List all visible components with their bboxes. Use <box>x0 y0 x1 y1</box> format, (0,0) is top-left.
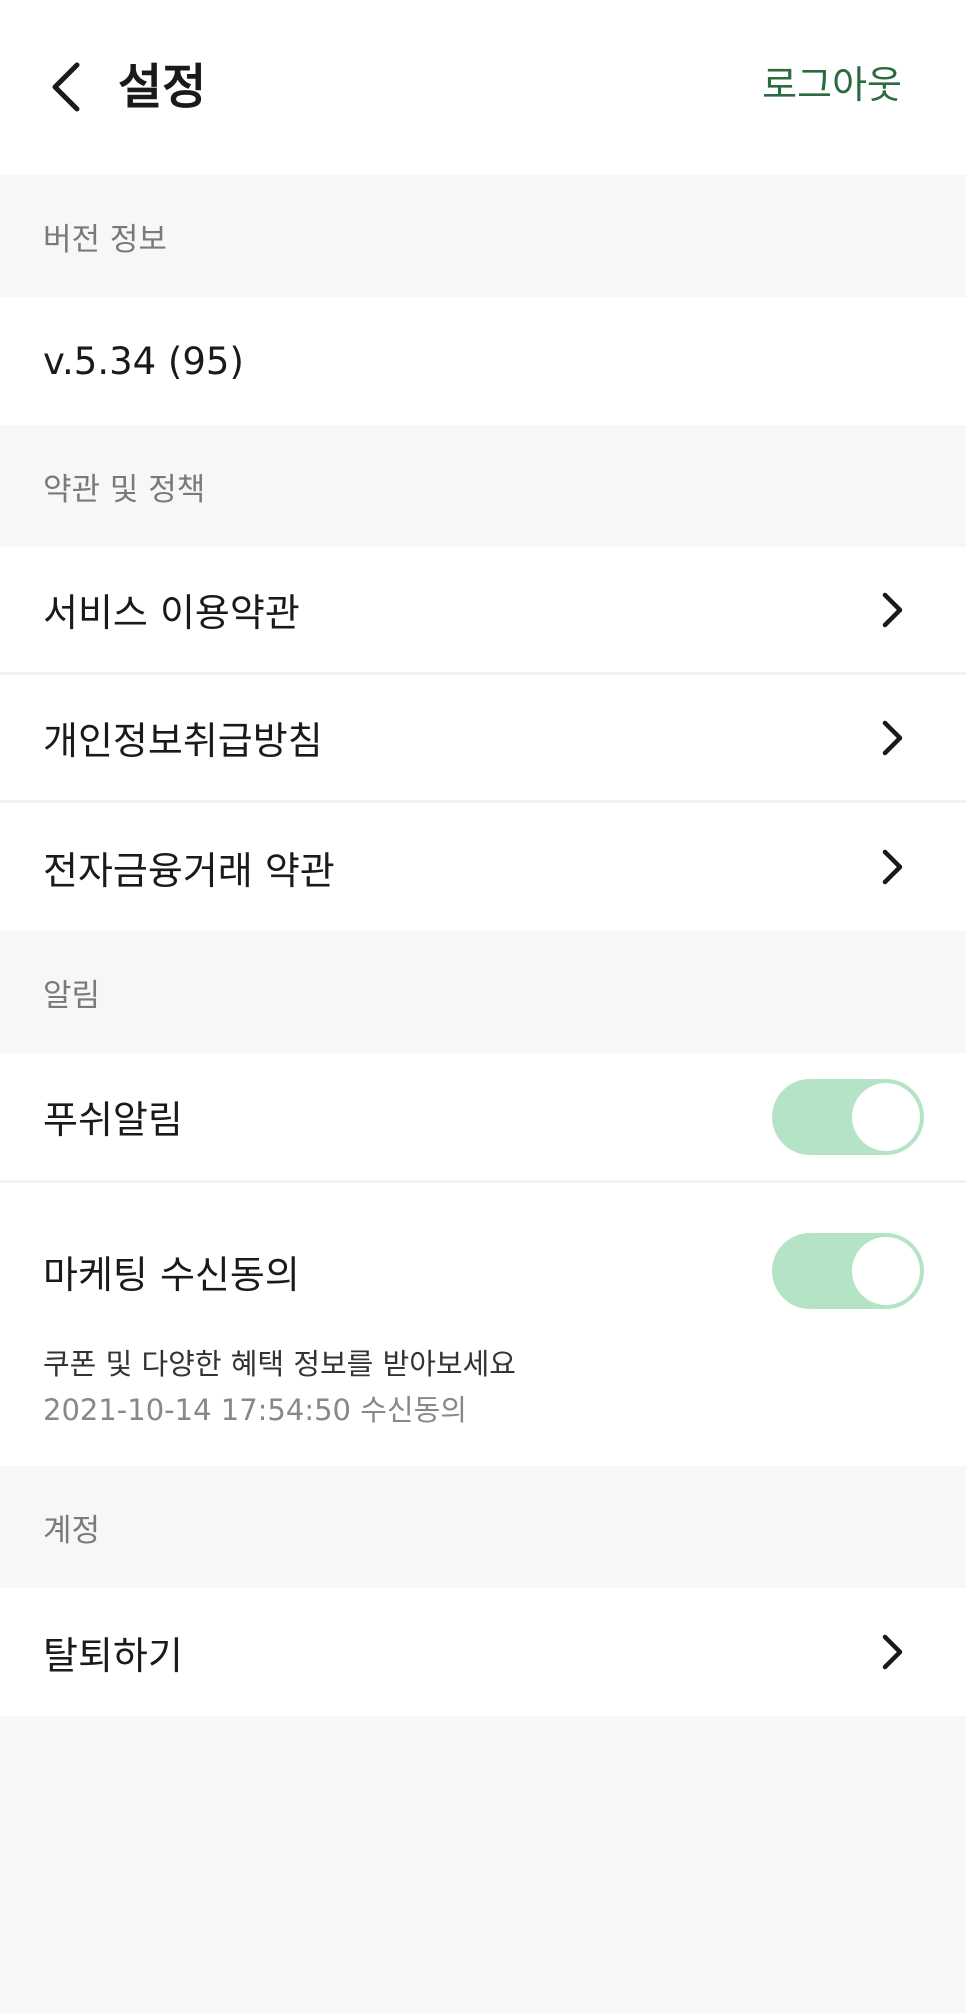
version-row: v.5.34 (95) <box>0 297 966 425</box>
toggle-knob <box>852 1082 920 1151</box>
chevron-left-icon <box>52 62 80 112</box>
privacy-policy-label: 개인정보취급방침 <box>43 719 323 763</box>
withdraw-row[interactable]: 탈퇴하기 <box>0 1588 966 1716</box>
marketing-consent-date: 2021-10-14 17:54:50 수신동의 <box>43 1393 467 1427</box>
privacy-policy-row[interactable]: 개인정보취급방침 <box>0 675 966 803</box>
push-notification-label: 푸쉬알림 <box>43 1098 183 1142</box>
back-button[interactable] <box>36 52 96 122</box>
electronic-finance-terms-label: 전자금융거래 약관 <box>43 848 335 893</box>
section-header-version: 버전 정보 <box>0 175 966 297</box>
section-header-notifications: 알림 <box>0 931 966 1053</box>
push-notification-row: 푸쉬알림 <box>0 1053 966 1183</box>
section-header-account: 계정 <box>0 1466 966 1588</box>
terms-of-service-label: 서비스 이용약관 <box>43 591 300 635</box>
chevron-right-icon <box>878 590 908 630</box>
settings-page: 설정 로그아웃 버전 정보 v.5.34 (95) 약관 및 정책 서비스 이용… <box>0 0 966 2013</box>
chevron-right-icon <box>878 847 908 887</box>
app-header: 설정 로그아웃 <box>0 0 966 175</box>
marketing-description: 쿠폰 및 다양한 혜택 정보를 받아보세요 <box>43 1347 516 1381</box>
toggle-knob <box>852 1237 920 1305</box>
terms-of-service-row[interactable]: 서비스 이용약관 <box>0 547 966 675</box>
push-notification-toggle[interactable] <box>772 1078 924 1155</box>
marketing-consent-row: 마케팅 수신동의 쿠폰 및 다양한 혜택 정보를 받아보세요 2021-10-1… <box>0 1183 966 1466</box>
page-title: 설정 <box>118 59 207 115</box>
chevron-right-icon <box>878 718 908 758</box>
chevron-right-icon <box>878 1632 908 1672</box>
logout-button[interactable]: 로그아웃 <box>762 55 902 115</box>
marketing-consent-label: 마케팅 수신동의 <box>43 1252 300 1297</box>
section-header-terms: 약관 및 정책 <box>0 425 966 547</box>
marketing-consent-toggle[interactable] <box>772 1233 924 1309</box>
version-value: v.5.34 (95) <box>43 339 244 383</box>
electronic-finance-terms-row[interactable]: 전자금융거래 약관 <box>0 803 966 931</box>
withdraw-label: 탈퇴하기 <box>43 1633 183 1678</box>
